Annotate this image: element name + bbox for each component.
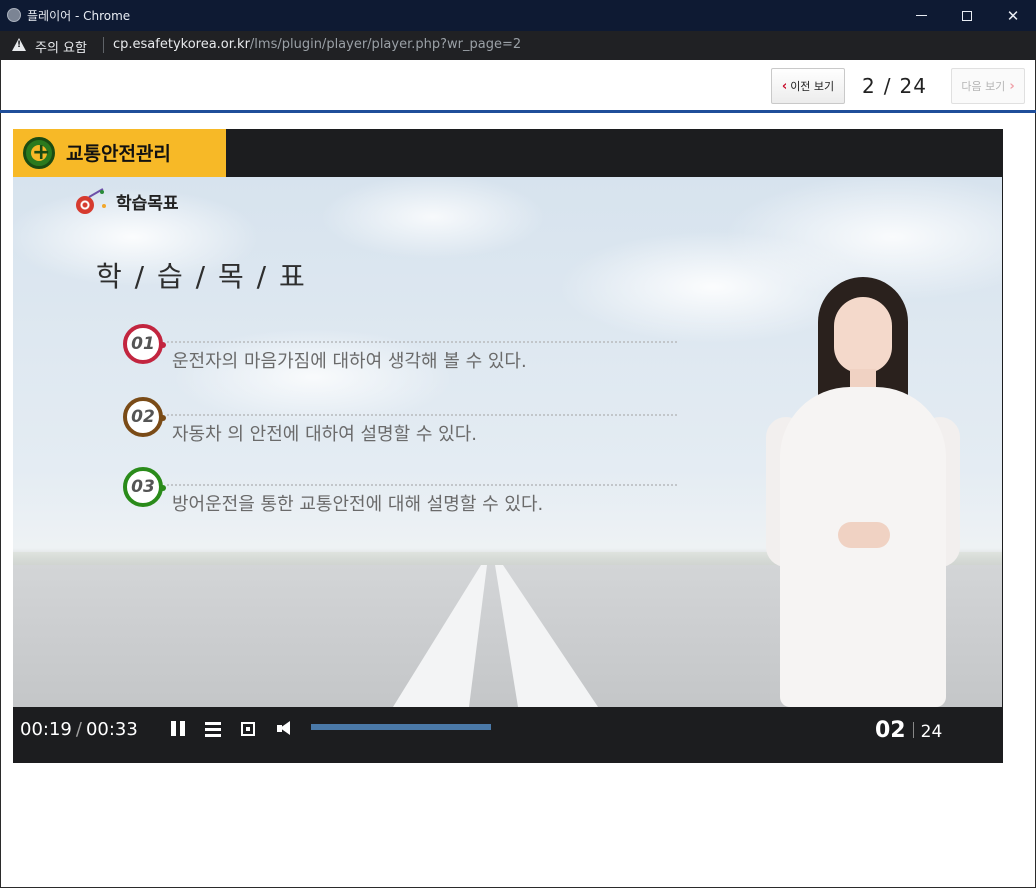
fullscreen-icon[interactable]: [241, 722, 255, 736]
close-button[interactable]: ✕: [990, 0, 1036, 31]
duration: 00:33: [85, 719, 138, 740]
dotted-rule: [167, 341, 677, 343]
slide-total: 24: [920, 722, 943, 742]
warning-icon[interactable]: [12, 38, 26, 51]
objective-item: 03 방어운전을 통한 교통안전에 대해 설명할 수 있다.: [123, 467, 683, 515]
target-icon: [76, 187, 106, 214]
objective-text: 자동차 의 안전에 대하여 설명할 수 있다.: [172, 424, 478, 445]
player-controls: 00:19/00:33 02 24: [13, 707, 1002, 759]
pause-icon[interactable]: [170, 720, 188, 738]
slide-count-divider: [912, 722, 914, 738]
section-label: 학습목표: [116, 194, 179, 214]
slide-canvas: 학습목표 학 / 습 / 목 / 표 01 운전자의 마음가짐에 대하여 생각해…: [13, 177, 1002, 707]
objective-text: 운전자의 마음가짐에 대하여 생각해 볼 수 있다.: [172, 351, 527, 372]
video-player: 교통안전관리 학습목표 학 / 습 / 목 / 표 01 운전자의 마음가짐에 …: [13, 129, 1003, 763]
next-page-label: 다음 보기: [961, 80, 1006, 93]
page-counter: 2 / 24: [862, 74, 927, 98]
url-path: /lms/plugin/player/player.php?wr_page=2: [249, 37, 522, 52]
presenter-video: [758, 277, 968, 707]
address-divider: [103, 37, 104, 53]
objective-item: 01 운전자의 마음가짐에 대하여 생각해 볼 수 있다.: [123, 324, 683, 372]
security-label[interactable]: 주의 요함: [35, 37, 87, 56]
current-time: 00:19: [20, 719, 72, 740]
nav-divider: [0, 110, 1036, 113]
objective-header: 학습목표: [76, 187, 179, 214]
progress-fill: [311, 724, 491, 730]
objective-item: 02 자동차 의 안전에 대하여 설명할 수 있다.: [123, 397, 683, 445]
total-pages: 24: [899, 74, 927, 98]
prev-page-button[interactable]: ‹ 이전 보기: [771, 68, 845, 104]
maximize-button[interactable]: [944, 0, 990, 31]
url-text[interactable]: cp.esafetykorea.or.kr/lms/plugin/player/…: [113, 37, 521, 52]
maximize-icon: [962, 10, 972, 21]
lane-line-left: [393, 565, 487, 707]
address-bar[interactable]: 주의 요함 cp.esafetykorea.or.kr/lms/plugin/p…: [0, 31, 1036, 60]
objective-number-badge: 03: [123, 467, 166, 507]
page-separator: /: [883, 74, 892, 98]
objective-number-badge: 01: [123, 324, 166, 364]
presenter-face: [834, 297, 892, 373]
presenter-hands: [838, 522, 890, 548]
time-display: 00:19/00:33: [20, 719, 138, 740]
minimize-icon: [915, 15, 927, 16]
time-separator: /: [75, 719, 82, 740]
objective-number-badge: 02: [123, 397, 166, 437]
minimize-button[interactable]: [898, 0, 944, 31]
lane-line-right: [495, 565, 598, 707]
slide-heading: 학 / 습 / 목 / 표: [96, 260, 307, 293]
window-title: 플레이어 - Chrome: [27, 9, 131, 23]
url-host: cp.esafetykorea.or.kr: [113, 37, 250, 52]
volume-icon[interactable]: [276, 720, 294, 738]
close-icon: ✕: [1006, 6, 1020, 25]
next-page-button[interactable]: 다음 보기 ›: [951, 68, 1025, 104]
globe-icon: [7, 8, 21, 22]
course-title: 교통안전관리: [66, 143, 171, 165]
menu-icon[interactable]: [204, 720, 222, 738]
progress-bar[interactable]: [311, 724, 491, 730]
slide-current: 02: [875, 718, 906, 743]
chevron-right-icon: ›: [1009, 78, 1015, 94]
plus-circle-icon: [23, 137, 55, 169]
dotted-rule: [167, 484, 677, 486]
objective-text: 방어운전을 통한 교통안전에 대해 설명할 수 있다.: [172, 494, 544, 515]
window-border-left: [0, 60, 1, 888]
chevron-left-icon: ‹: [781, 78, 788, 94]
course-tab: 교통안전관리: [13, 129, 226, 177]
prev-page-label: 이전 보기: [790, 80, 835, 93]
window-titlebar: 플레이어 - Chrome ✕: [0, 0, 1036, 31]
dotted-rule: [167, 414, 677, 416]
slide-counter: 02 24: [875, 718, 942, 743]
current-page: 2: [862, 74, 876, 98]
